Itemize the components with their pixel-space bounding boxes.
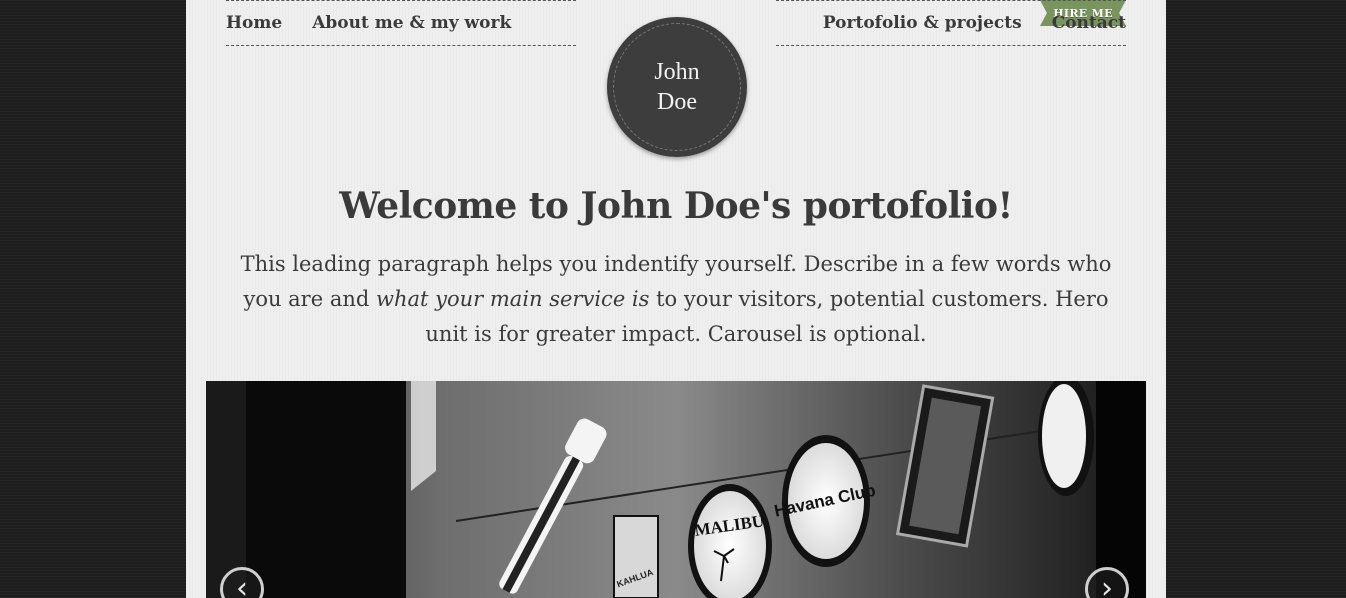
chevron-left-icon: ‹ [236, 571, 248, 598]
logo-text: John Doe [637, 57, 717, 117]
logo-last-name: Doe [657, 89, 697, 115]
logo-badge[interactable]: John Doe [607, 17, 747, 157]
image-carousel[interactable]: KAHLUA MALIBU Havana Club ‹ › [206, 381, 1146, 598]
kahlua-sign: KAHLUA [613, 515, 659, 598]
nav-contact-link[interactable]: Contact [1052, 13, 1126, 33]
nav-about-link[interactable]: About me & my work [312, 13, 511, 33]
nav-right: Portofolio & projects Contact [776, 0, 1126, 46]
carousel-photo: KAHLUA MALIBU Havana Club [206, 381, 1146, 598]
nav-portfolio-link[interactable]: Portofolio & projects [823, 13, 1022, 33]
hero-lead-emphasis: what your main service is [376, 287, 650, 311]
chevron-right-icon: › [1101, 571, 1113, 598]
hero-title: Welcome to John Doe's portofolio! [339, 185, 1013, 227]
nav-left: Home About me & my work [226, 0, 576, 46]
nav-home-link[interactable]: Home [226, 13, 282, 33]
logo-first-name: John [654, 59, 700, 85]
hero-lead: This leading paragraph helps you indenti… [226, 247, 1126, 352]
page-container: HIRE ME Home About me & my work John Doe … [186, 0, 1166, 598]
